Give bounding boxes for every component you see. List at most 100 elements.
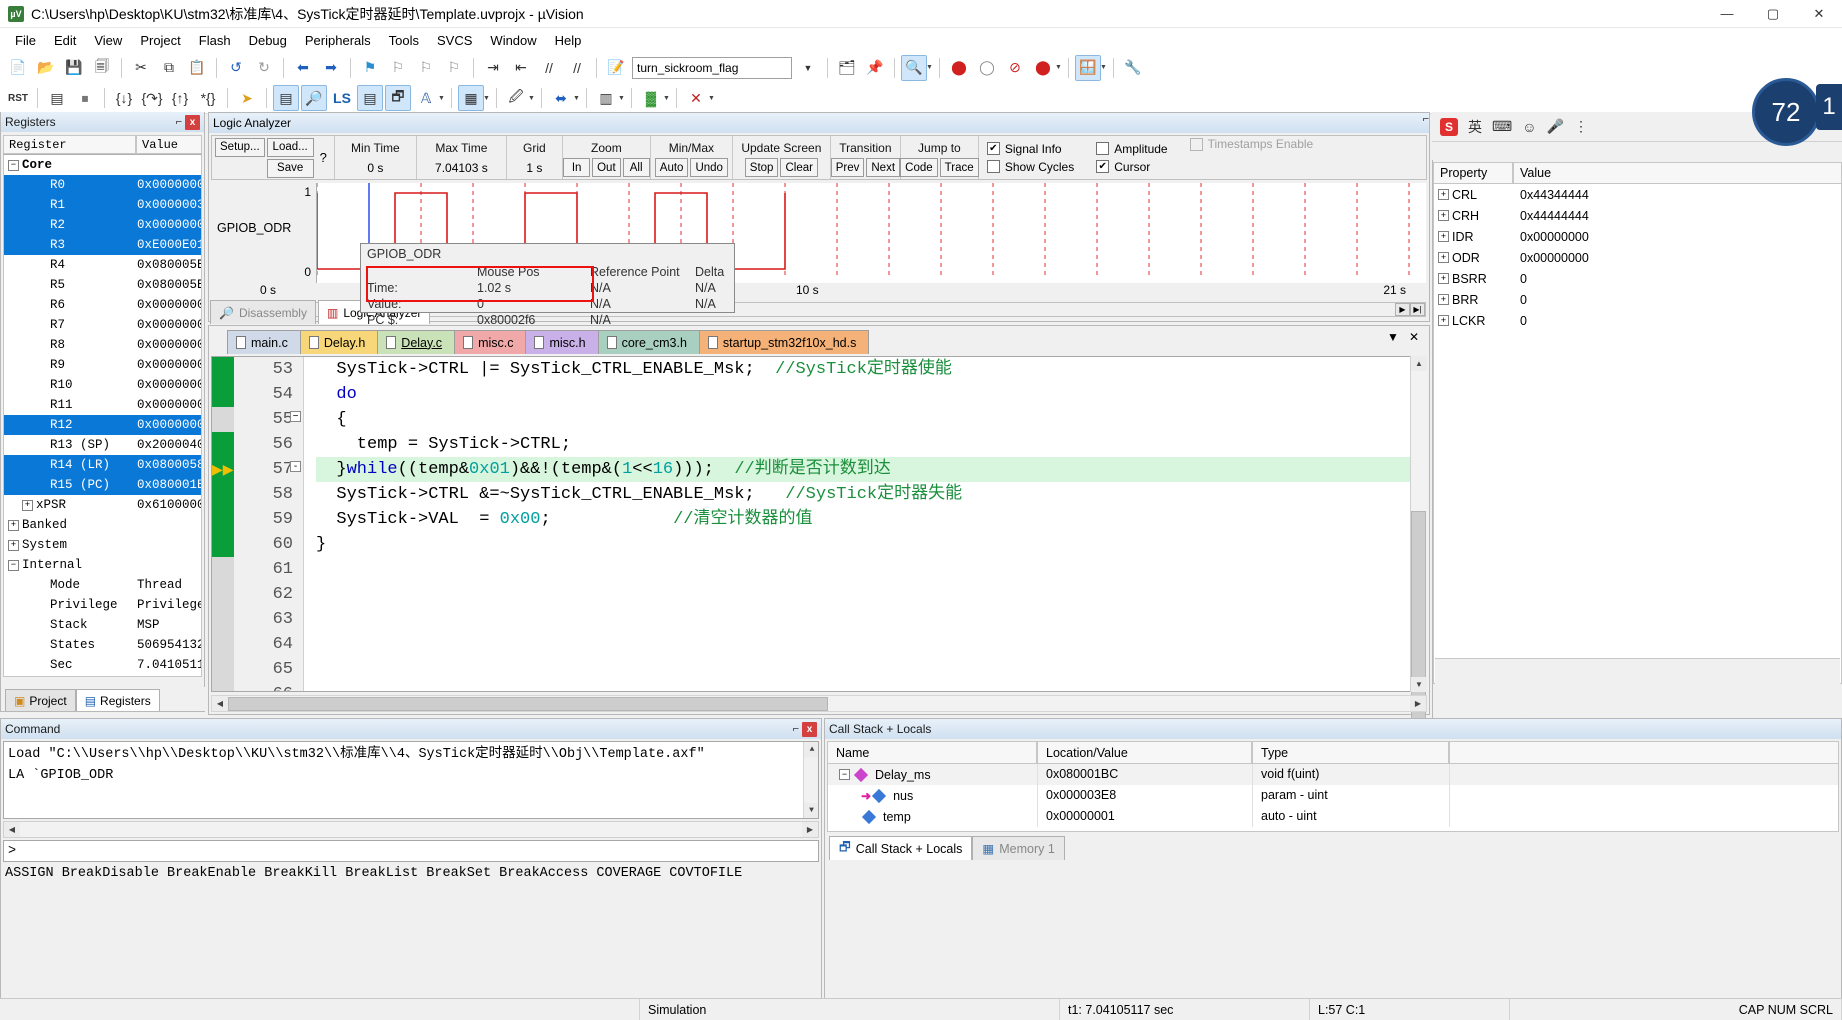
expand-icon[interactable]: + — [8, 519, 19, 531]
maximize-button[interactable]: ▢ — [1750, 0, 1796, 28]
copy-icon[interactable]: ⧉ — [156, 55, 182, 81]
scroll-right-icon[interactable]: ▶ — [802, 822, 818, 837]
scroll-left-icon[interactable]: ◀ — [4, 822, 20, 837]
analysis-icon[interactable]: ⬌ — [548, 85, 574, 111]
register-row[interactable]: R14 (LR) 0x08000586 — [4, 455, 201, 475]
pin-icon[interactable]: ⌐ — [793, 723, 799, 735]
keyboard-icon[interactable]: ⌨ — [1492, 118, 1512, 135]
trace-dropdown-icon[interactable]: ▼ — [617, 95, 626, 102]
trace-icon[interactable]: ▥ — [593, 85, 619, 111]
register-value[interactable]: 0x00000000 — [137, 338, 201, 352]
property-list[interactable]: + CRL 0x44344444 + CRH 0x44444444 + IDR 0x000000… — [1433, 184, 1842, 684]
menu-tools[interactable]: Tools — [380, 30, 428, 51]
register-value[interactable]: 0x00000000 — [137, 298, 201, 312]
registers-icon[interactable]: ▤ — [357, 85, 383, 111]
close-icon[interactable]: x — [185, 114, 200, 130]
undo-icon[interactable]: ↺ — [223, 55, 249, 81]
editor-horizontal-scrollbar[interactable]: ◀ ▶ — [211, 695, 1427, 712]
la-jump-code-button[interactable]: Code — [900, 158, 938, 177]
register-value[interactable]: Thread — [137, 578, 201, 592]
menu-debug[interactable]: Debug — [240, 30, 296, 51]
close-button[interactable]: ✕ — [1796, 0, 1842, 28]
scroll-left-icon[interactable]: ◀ — [212, 696, 228, 711]
call-stack-col-location[interactable]: Location/Value — [1037, 741, 1252, 764]
expand-icon[interactable]: + — [1438, 273, 1449, 284]
register-value[interactable]: 0x080005B4 — [137, 258, 201, 272]
call-stack-location[interactable]: 0x000003E8 — [1038, 785, 1253, 806]
breakpoint-margin-cell[interactable] — [212, 382, 234, 407]
magnifier-icon[interactable]: 🔍 — [901, 54, 927, 81]
breakpoint-icon[interactable]: ⬤ — [946, 55, 972, 81]
register-value[interactable]: Privileged — [137, 598, 201, 612]
register-value[interactable]: 0x080001BE — [137, 478, 201, 492]
register-value[interactable]: 0x080005B4 — [137, 278, 201, 292]
registers-tree[interactable]: −CoreR00x00000000R10x0000003ER20x0000000… — [3, 155, 202, 677]
property-row[interactable]: + ODR 0x00000000 — [1434, 247, 1841, 268]
editor-hscroll-thumb[interactable] — [228, 696, 828, 711]
magnifier-dropdown-icon[interactable]: ▼ — [925, 64, 934, 71]
emoji-icon[interactable]: ☺ — [1522, 119, 1536, 135]
expand-icon[interactable]: + — [1438, 210, 1449, 221]
la-prev-button[interactable]: Prev — [830, 158, 865, 177]
property-col-value[interactable]: Value — [1513, 162, 1842, 184]
expand-icon[interactable]: + — [1438, 252, 1449, 263]
code-line[interactable] — [316, 582, 1426, 607]
call-stack-tree[interactable]: − Delay_ms 0x080001BC void f(uint) ➜ nus 0x000… — [827, 764, 1839, 832]
la-minmax-undo-button[interactable]: Undo — [690, 158, 728, 177]
breakpoint-margin-cell[interactable] — [212, 632, 234, 657]
la-clear-button[interactable]: Clear — [780, 158, 818, 177]
la-next-button[interactable]: Next — [866, 158, 901, 177]
memory-icon[interactable]: ▦ — [458, 85, 484, 111]
editor-tab-misc-h[interactable]: misc.h — [525, 330, 599, 354]
editor-breakpoint-margin[interactable]: ▶▶ — [212, 357, 234, 691]
register-row[interactable]: Mode Thread — [4, 575, 201, 595]
close-icon[interactable]: ✕ — [1409, 330, 1419, 344]
watch-icon[interactable]: 𝔸 — [413, 85, 439, 111]
scroll-down-icon[interactable]: ▼ — [804, 803, 818, 818]
editor-tab-delay-h[interactable]: Delay.h — [299, 330, 379, 354]
toolbox-dropdown-icon[interactable]: ▼ — [707, 95, 716, 102]
scroll-down-icon[interactable]: ▼ — [1411, 677, 1427, 692]
pin-icon[interactable]: ⌐ — [176, 116, 182, 128]
serial-dropdown-icon[interactable]: ▼ — [527, 95, 536, 102]
register-value[interactable]: 0x08000586 — [137, 458, 201, 472]
reset-icon[interactable]: RST — [5, 85, 31, 111]
ime-language-label[interactable]: 英 — [1468, 117, 1482, 137]
system-viewer-icon[interactable]: ▓ — [638, 85, 664, 111]
property-row[interactable]: + LCKR 0 — [1434, 310, 1841, 331]
symbols-icon[interactable]: LS — [329, 85, 355, 111]
call-stack-location[interactable]: 0x080001BC — [1038, 764, 1253, 785]
register-row[interactable]: Sec 7.0410511 — [4, 655, 201, 675]
register-row[interactable]: +xPSR0x61000000 — [4, 495, 201, 515]
register-row[interactable]: R11 0x00000000 — [4, 395, 201, 415]
breakpoint-margin-cell[interactable] — [212, 357, 234, 382]
fold-toggle-icon[interactable]: - — [290, 461, 301, 472]
editor-tab-startup-stm32f10x-hd-s[interactable]: startup_stm32f10x_hd.s — [698, 330, 870, 354]
breakpoint-margin-cell[interactable] — [212, 532, 234, 557]
step-over-icon[interactable]: {↷} — [139, 85, 165, 111]
la-signal-info-checkbox[interactable]: ✔ Signal Info — [986, 142, 1074, 156]
la-zoom-out-button[interactable]: Out — [592, 158, 621, 177]
code-line[interactable]: { — [316, 407, 1426, 432]
la-zoom-all-button[interactable]: All — [622, 158, 650, 177]
memory-dropdown-icon[interactable]: ▼ — [482, 95, 491, 102]
menu-view[interactable]: View — [85, 30, 131, 51]
register-row[interactable]: Stack MSP — [4, 615, 201, 635]
breakpoint-margin-cell[interactable] — [212, 682, 234, 691]
tab-registers[interactable]: ▤ Registers — [75, 689, 160, 711]
code-line[interactable]: SysTick->VAL = 0x00; //清空计数器的值 — [316, 507, 1426, 532]
breakpoint-margin-cell[interactable] — [212, 507, 234, 532]
property-row[interactable]: + BRR 0 — [1434, 289, 1841, 310]
property-row[interactable]: + CRL 0x44344444 — [1434, 184, 1841, 205]
command-output-hscrollbar[interactable]: ◀ ▶ — [3, 821, 819, 838]
register-row[interactable]: − Internal — [4, 555, 201, 575]
menu-window[interactable]: Window — [481, 30, 545, 51]
register-row[interactable]: R4 0x080005B4 — [4, 255, 201, 275]
register-value[interactable]: 0x00000000 — [137, 318, 201, 332]
call-stack-icon[interactable]: 🗗 — [385, 85, 411, 111]
la-stop-button[interactable]: Stop — [744, 158, 779, 177]
stop-icon[interactable]: ⏹ — [72, 85, 98, 111]
registers-col-value[interactable]: Value — [136, 135, 202, 154]
register-row[interactable]: R0 0x00000000 — [4, 175, 201, 195]
chevron-down-icon[interactable]: ▼ — [1387, 330, 1399, 344]
